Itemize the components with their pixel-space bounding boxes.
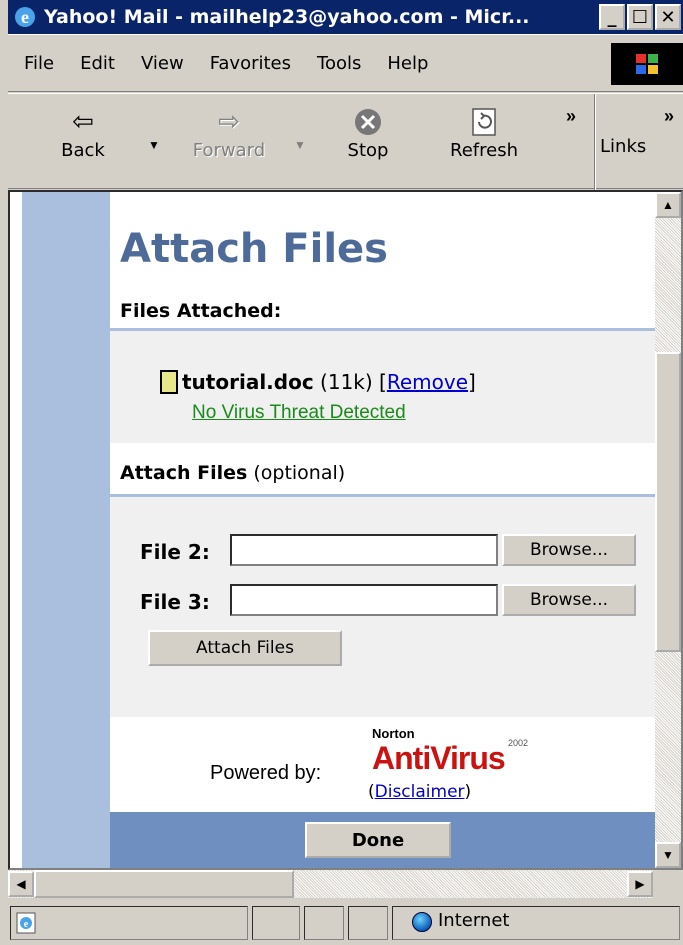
vertical-scrollbar[interactable]: ▲ ▼ [655, 192, 681, 868]
remove-bracket-open: [ [379, 370, 387, 394]
status-bar: e Internet [8, 900, 683, 945]
attach-page: Attach Files Files Attached: tutorial.do… [10, 192, 681, 868]
left-sidebar-band [22, 192, 110, 868]
browser-window: e Yahoo! Mail - mailhelp23@yahoo.com - M… [0, 0, 683, 945]
horizontal-scroll-thumb[interactable] [34, 870, 294, 898]
menu-edit[interactable]: Edit [80, 53, 115, 74]
refresh-label: Refresh [450, 140, 518, 161]
page-title: Attach Files [120, 226, 388, 272]
title-bar[interactable]: e Yahoo! Mail - mailhelp23@yahoo.com - M… [8, 0, 683, 34]
attached-file-name: tutorial.doc [182, 370, 314, 394]
antivirus-year: 2002 [508, 738, 529, 748]
status-main-cell: e [10, 906, 248, 940]
windows-logo-icon [611, 43, 683, 85]
close-button[interactable]: ✕ [655, 4, 681, 30]
norton-wordmark: Norton [372, 726, 415, 741]
svg-text:e: e [21, 7, 29, 27]
menu-tools[interactable]: Tools [317, 53, 361, 74]
back-button[interactable]: ⇦ Back [48, 104, 118, 161]
toolbar: ⇦ Back ▼ ⇨ Forward ▼ Stop Refresh » Link… [8, 93, 683, 190]
attach-files-label-optional: (optional) [253, 462, 346, 484]
menu-help[interactable]: Help [387, 53, 428, 74]
status-zone-cell [392, 906, 680, 940]
attached-file-row: tutorial.doc (11k) [Remove] [182, 370, 476, 394]
security-zone-label: Internet [438, 910, 510, 931]
attach-files-label-bold: Attach Files [120, 462, 248, 484]
attach-files-section-label: Attach Files (optional) [120, 462, 345, 484]
toolbar-chevron-icon[interactable]: » [566, 106, 576, 127]
minimize-button[interactable]: _ [599, 4, 625, 30]
close-icon: ✕ [660, 6, 676, 28]
scroll-left-icon[interactable]: ◀ [8, 871, 34, 897]
scroll-down-icon[interactable]: ▼ [655, 842, 681, 868]
disclaimer-link[interactable]: Disclaimer [375, 782, 465, 802]
minimize-icon: _ [607, 6, 617, 28]
paperclip-icon [160, 370, 178, 394]
remove-bracket-close: ] [468, 370, 476, 394]
status-cell [348, 906, 388, 940]
file2-input[interactable] [230, 534, 498, 566]
menu-favorites[interactable]: Favorites [210, 53, 291, 74]
forward-label: Forward [192, 140, 266, 161]
back-arrow-icon: ⇦ [72, 107, 94, 137]
antivirus-logo: AntiVirus [372, 740, 506, 776]
disclaimer-paren-close: ) [464, 782, 472, 802]
refresh-icon [444, 104, 524, 140]
stop-button[interactable]: Stop [338, 104, 398, 161]
attach-files-button[interactable]: Attach Files [148, 630, 342, 666]
disclaimer-paren-open: ( [368, 782, 375, 802]
svg-text:e: e [24, 919, 29, 930]
scroll-corner [653, 870, 683, 898]
files-attached-label: Files Attached: [120, 300, 282, 322]
back-dropdown-icon[interactable]: ▼ [148, 138, 160, 152]
window-title: Yahoo! Mail - mailhelp23@yahoo.com - Mic… [44, 6, 530, 28]
menu-bar: File Edit View Favorites Tools Help [8, 34, 683, 92]
internet-globe-icon [412, 912, 432, 932]
forward-arrow-icon: ⇨ [218, 107, 240, 137]
attach-panel: Attach Files Files Attached: tutorial.do… [110, 192, 655, 868]
powered-by-label: Powered by: [210, 762, 322, 784]
refresh-button[interactable]: Refresh [444, 104, 524, 161]
forward-dropdown-icon[interactable]: ▼ [294, 138, 306, 152]
done-button[interactable]: Done [305, 822, 451, 858]
file3-label: File 3: [140, 590, 210, 614]
attached-file-size: (11k) [320, 370, 373, 394]
links-chevron-icon[interactable]: » [664, 106, 674, 127]
status-cell [304, 906, 344, 940]
menu-file[interactable]: File [24, 53, 54, 74]
stop-icon [338, 104, 398, 140]
maximize-button[interactable]: ☐ [627, 4, 653, 30]
file3-browse-button[interactable]: Browse... [502, 584, 636, 616]
back-label: Back [61, 140, 105, 161]
menu-view[interactable]: View [141, 53, 184, 74]
scroll-up-icon[interactable]: ▲ [655, 192, 681, 218]
horizontal-scrollbar[interactable]: ◀ ▶ [8, 870, 653, 898]
remove-link[interactable]: Remove [387, 370, 468, 394]
forward-button[interactable]: ⇨ Forward [184, 104, 274, 161]
ie-logo-icon: e [12, 4, 38, 30]
status-cell [252, 906, 300, 940]
virus-status-link[interactable]: No Virus Threat Detected [192, 402, 406, 424]
maximize-icon: ☐ [631, 6, 649, 28]
stop-label: Stop [347, 140, 389, 161]
content-area: Attach Files Files Attached: tutorial.do… [8, 190, 683, 870]
disclaimer-row: (Disclaimer) [368, 782, 471, 802]
file2-browse-button[interactable]: Browse... [502, 534, 636, 566]
links-label[interactable]: Links [600, 136, 646, 157]
toolbar-separator [594, 94, 596, 190]
done-bar: Done [110, 812, 655, 868]
file2-label: File 2: [140, 540, 210, 564]
scroll-right-icon[interactable]: ▶ [627, 871, 653, 897]
file3-input[interactable] [230, 584, 498, 616]
vertical-scroll-thumb[interactable] [655, 352, 681, 652]
page-ie-icon: e [16, 912, 36, 934]
